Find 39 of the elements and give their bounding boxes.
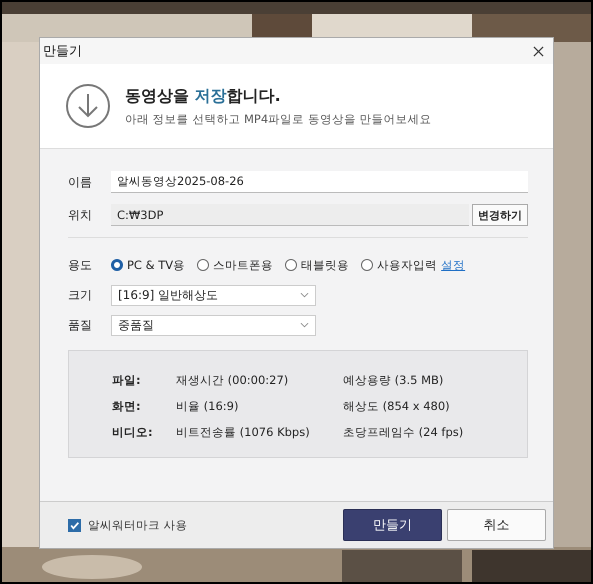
settings-link[interactable]: 설정 — [441, 258, 466, 272]
info-label: 파일: — [112, 372, 142, 388]
radio-button[interactable] — [111, 259, 123, 271]
info-value: 초당프레임수 (24 fps) — [343, 424, 464, 440]
radio-button[interactable] — [197, 259, 210, 271]
header-title: 동영상을 저장합니다. — [125, 86, 282, 106]
info-value: 비율 (16:9) — [176, 398, 240, 414]
info-label: 화면: — [112, 398, 142, 414]
cancel-button[interactable]: 취소 — [447, 509, 546, 541]
radio-label[interactable]: 스마트폰용 — [213, 258, 274, 272]
checkbox-label[interactable]: 알씨워터마크 사용 — [88, 518, 188, 532]
chevron-down-icon — [300, 322, 309, 328]
close-icon[interactable] — [533, 46, 544, 56]
field-label: 크기 — [68, 286, 93, 304]
field-label: 위치 — [68, 206, 93, 224]
info-value: 재생시간 (00:00:27) — [176, 372, 290, 388]
change-button[interactable]: 변경하기 — [472, 204, 528, 226]
field-label: 용도 — [68, 256, 93, 274]
info-label: 비디오: — [112, 424, 154, 440]
radio-label[interactable]: 사용자입력 — [377, 258, 438, 272]
create-button[interactable]: 만들기 — [343, 509, 442, 541]
download-icon — [65, 83, 111, 129]
window-title: 만들기 — [43, 43, 82, 60]
info-value: 비트전송률 (1076 Kbps) — [176, 424, 311, 440]
radio-button[interactable] — [285, 259, 298, 271]
header-subtitle: 아래 정보를 선택하고 MP4파일로 동영상을 만들어보세요 — [125, 112, 432, 126]
radio-button[interactable] — [361, 259, 374, 271]
radio-label[interactable]: PC & TV용 — [127, 258, 186, 272]
field-label: 이름 — [68, 174, 93, 190]
checkbox[interactable] — [68, 518, 81, 532]
quality-dropdown[interactable]: 중품질 — [111, 314, 316, 336]
chevron-down-icon — [300, 292, 309, 298]
radio-label[interactable]: 태블릿용 — [301, 258, 350, 272]
field-label: 품질 — [68, 316, 93, 334]
info-value: 해상도 (854 x 480) — [343, 398, 450, 414]
name-field[interactable]: 알씨동영상2025-08-26 — [111, 171, 528, 193]
info-value: 예상용량 (3.5 MB) — [343, 372, 444, 388]
size-dropdown[interactable]: [16:9] 일반해상도 — [111, 284, 316, 306]
location-field[interactable]: C:₩3DP — [111, 204, 469, 226]
